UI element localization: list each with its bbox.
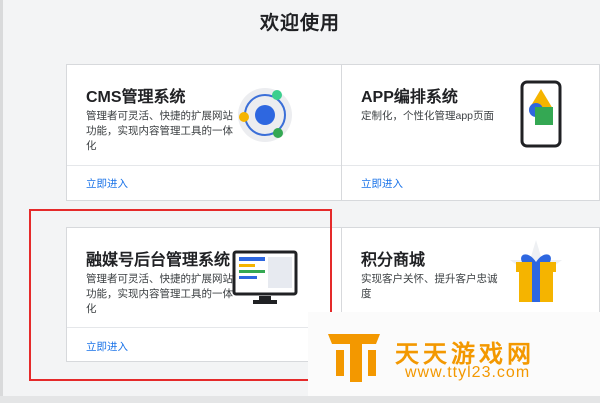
enter-link[interactable]: 立即进入 [361,176,403,191]
page-title: 欢迎使用 [259,13,340,34]
card-title: CMS管理系统 [86,89,186,106]
card-divider [67,165,342,166]
phone-layout-icon [520,80,562,148]
page-left-edge [0,0,3,403]
page-bottom-edge [0,396,600,403]
enter-link[interactable]: 立即进入 [86,176,128,191]
card-divider [342,165,599,166]
card-description: 管理者可灵活、快捷的扩展网站功能，实现内容管理工具的一体化 [86,110,233,152]
orbit-network-icon [238,88,292,142]
card-title: APP编排系统 [361,89,458,106]
gift-box-icon [510,240,562,302]
card-app-layout[interactable]: APP编排系统 定制化，个性化管理app页面 立即进入 [341,64,600,201]
card-title: 积分商城 [361,252,426,269]
watermark-url: www.ttyl23.com [405,364,531,381]
card-description: 定制化，个性化管理app页面 [361,110,495,122]
card-description: 实现客户关怀、提升客户忠诚度 [361,273,498,300]
selection-highlight-frame [29,209,332,381]
watermark-logo [328,334,380,382]
card-cms[interactable]: CMS管理系统 管理者可灵活、快捷的扩展网站功能，实现内容管理工具的一体化 立即… [66,64,343,201]
